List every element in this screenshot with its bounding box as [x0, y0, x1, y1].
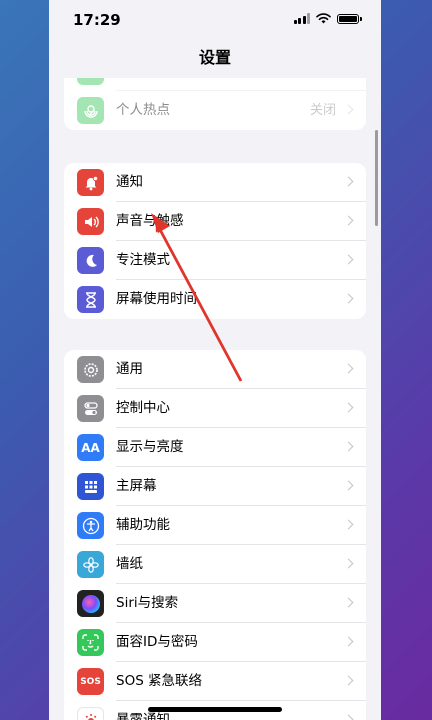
- settings-row-screen-time[interactable]: 屏幕使用时间: [64, 280, 366, 319]
- row-label: 主屏幕: [116, 478, 157, 494]
- settings-row-display[interactable]: AA 显示与亮度: [64, 428, 366, 467]
- row-label: 专注模式: [116, 252, 170, 268]
- chevron-right-icon: [343, 104, 354, 115]
- status-time: 17:29: [73, 11, 121, 29]
- settings-row-notifications[interactable]: 通知: [64, 163, 366, 202]
- row-label: 通用: [116, 361, 143, 377]
- chevron-right-icon: [343, 519, 354, 530]
- row-label: 屏幕使用时间: [116, 291, 197, 307]
- sos-icon: SOS: [77, 668, 104, 695]
- settings-row-hotspot[interactable]: 个人热点 关闭: [64, 91, 366, 130]
- phone-screen: 蜂窝网络 关闭 个人热点 关闭 通知: [49, 0, 381, 720]
- status-bar: 17:29: [49, 0, 381, 40]
- row-label: 墙纸: [116, 556, 143, 572]
- row-label: 控制中心: [116, 400, 170, 416]
- exposure-icon: [77, 707, 104, 720]
- settings-row-home-screen[interactable]: 主屏幕: [64, 467, 366, 506]
- chevron-right-icon: [343, 636, 354, 647]
- chevron-right-icon: [343, 714, 354, 720]
- row-label: 个人热点: [116, 102, 170, 118]
- signal-icon: [293, 13, 310, 24]
- siri-icon: [77, 590, 104, 617]
- settings-row-focus[interactable]: 专注模式: [64, 241, 366, 280]
- settings-row-wallpaper[interactable]: 墙纸: [64, 545, 366, 584]
- chevron-right-icon: [343, 441, 354, 452]
- text-size-icon: AA: [77, 434, 104, 461]
- status-icons: [293, 13, 362, 24]
- page-title: 设置: [198, 48, 231, 67]
- accessibility-icon: [77, 512, 104, 539]
- row-label: 通知: [116, 174, 143, 190]
- gear-icon: [77, 356, 104, 383]
- settings-row-sounds-haptics[interactable]: 声音与触感: [64, 202, 366, 241]
- row-label: SOS 紧急联络: [116, 673, 203, 689]
- chevron-right-icon: [343, 558, 354, 569]
- row-label: 辅助功能: [116, 517, 170, 533]
- wifi-icon: [316, 13, 331, 24]
- chevron-right-icon: [343, 402, 354, 413]
- row-label: 声音与触感: [116, 213, 184, 229]
- chevron-right-icon: [343, 176, 354, 187]
- home-indicator[interactable]: [148, 707, 282, 712]
- notifications-group: 通知 声音与触感 专注模式 屏幕使用时间: [64, 163, 366, 319]
- settings-row-sos[interactable]: SOS SOS 紧急联络: [64, 662, 366, 701]
- toggles-icon: [77, 395, 104, 422]
- moon-icon: [77, 247, 104, 274]
- chevron-right-icon: [343, 293, 354, 304]
- flower-icon: [77, 551, 104, 578]
- settings-row-accessibility[interactable]: 辅助功能: [64, 506, 366, 545]
- settings-row-control-center[interactable]: 控制中心: [64, 389, 366, 428]
- chevron-right-icon: [343, 215, 354, 226]
- chevron-right-icon: [343, 597, 354, 608]
- general-group: 通用 控制中心 AA 显示与亮度 主屏幕 辅助功能 墙纸 Siri与搜索 面容I…: [64, 350, 366, 720]
- row-label: Siri与搜索: [116, 595, 179, 611]
- home-grid-icon: [77, 473, 104, 500]
- bell-icon: [77, 169, 104, 196]
- chevron-right-icon: [343, 480, 354, 491]
- settings-row-face-id[interactable]: 面容ID与密码: [64, 623, 366, 662]
- navigation-bar: 设置: [49, 40, 381, 78]
- hourglass-icon: [77, 286, 104, 313]
- speaker-icon: [77, 208, 104, 235]
- hotspot-icon: [77, 97, 104, 124]
- battery-icon: [337, 13, 362, 24]
- row-label: 显示与亮度: [116, 439, 184, 455]
- settings-row-siri[interactable]: Siri与搜索: [64, 584, 366, 623]
- settings-row-general[interactable]: 通用: [64, 350, 366, 389]
- face-id-icon: [77, 629, 104, 656]
- chevron-right-icon: [343, 363, 354, 374]
- scroll-indicator: [375, 130, 378, 226]
- chevron-right-icon: [343, 675, 354, 686]
- row-value: 关闭: [309, 103, 336, 118]
- row-label: 面容ID与密码: [116, 634, 198, 650]
- settings-list[interactable]: 蜂窝网络 关闭 个人热点 关闭 通知: [49, 0, 381, 720]
- chevron-right-icon: [343, 254, 354, 265]
